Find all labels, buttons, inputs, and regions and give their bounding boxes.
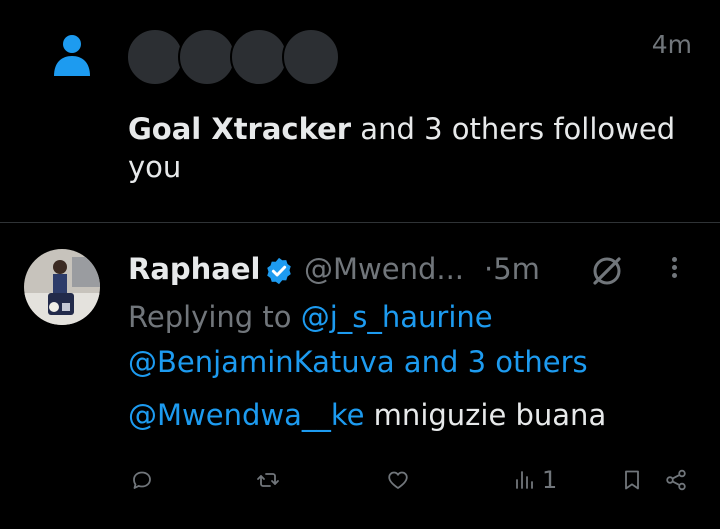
avatar[interactable]	[24, 249, 100, 325]
repost-icon	[257, 473, 279, 487]
divider	[0, 222, 720, 223]
avatar[interactable]	[282, 28, 340, 86]
share-button[interactable]	[664, 460, 688, 500]
avatar-image	[24, 249, 100, 325]
reply-mention[interactable]: @j_s_haurine	[301, 300, 493, 334]
body-text: mniguzie buana	[364, 398, 607, 432]
reply-icon	[133, 471, 151, 489]
analytics-icon	[516, 471, 533, 489]
avatar[interactable]	[178, 28, 236, 86]
repost-button[interactable]	[256, 460, 280, 500]
tweet-text: @Mwendwa__ke mniguzie buana	[128, 398, 698, 432]
notifications-page: 4m Goal Xtracker and 3 others followed y…	[0, 0, 720, 529]
tweet-time[interactable]: ·5m	[484, 252, 540, 286]
replying-to-label: Replying to	[128, 300, 301, 334]
verified-badge-icon	[267, 257, 291, 285]
reply-mention-others[interactable]: @BenjaminKatuva and 3 others	[128, 345, 588, 379]
bookmark-icon	[625, 470, 639, 490]
follower-avatars[interactable]	[126, 28, 346, 86]
reply-button[interactable]	[130, 460, 154, 500]
replying-to-others[interactable]: @BenjaminKatuva and 3 others	[128, 342, 698, 382]
replying-to: Replying to @j_s_haurine	[128, 297, 698, 337]
tweet-header: Raphael @Mwend... ·5m	[128, 250, 688, 290]
body-mention[interactable]: @Mwendwa__ke	[128, 398, 364, 432]
grok-icon[interactable]	[590, 254, 624, 288]
avatar[interactable]	[230, 28, 288, 86]
like-button[interactable]	[386, 460, 410, 500]
views-button[interactable]: 1	[512, 460, 557, 500]
person-icon	[54, 35, 90, 76]
bookmark-button[interactable]	[620, 460, 644, 500]
notification-time: 4m	[651, 30, 692, 59]
heart-icon	[388, 471, 408, 489]
tweet-actions: 1	[0, 460, 720, 500]
more-options-icon[interactable]	[668, 254, 680, 288]
share-icon	[666, 469, 686, 491]
author-name[interactable]: Raphael	[128, 252, 260, 286]
views-count: 1	[542, 466, 558, 494]
follow-notification[interactable]: 4m Goal Xtracker and 3 others followed y…	[0, 0, 720, 222]
author-handle[interactable]: @Mwend...	[304, 252, 464, 286]
notification-text[interactable]: Goal Xtracker and 3 others followed you	[128, 110, 698, 186]
avatar[interactable]	[126, 28, 184, 86]
follower-name[interactable]: Goal Xtracker	[128, 112, 351, 146]
